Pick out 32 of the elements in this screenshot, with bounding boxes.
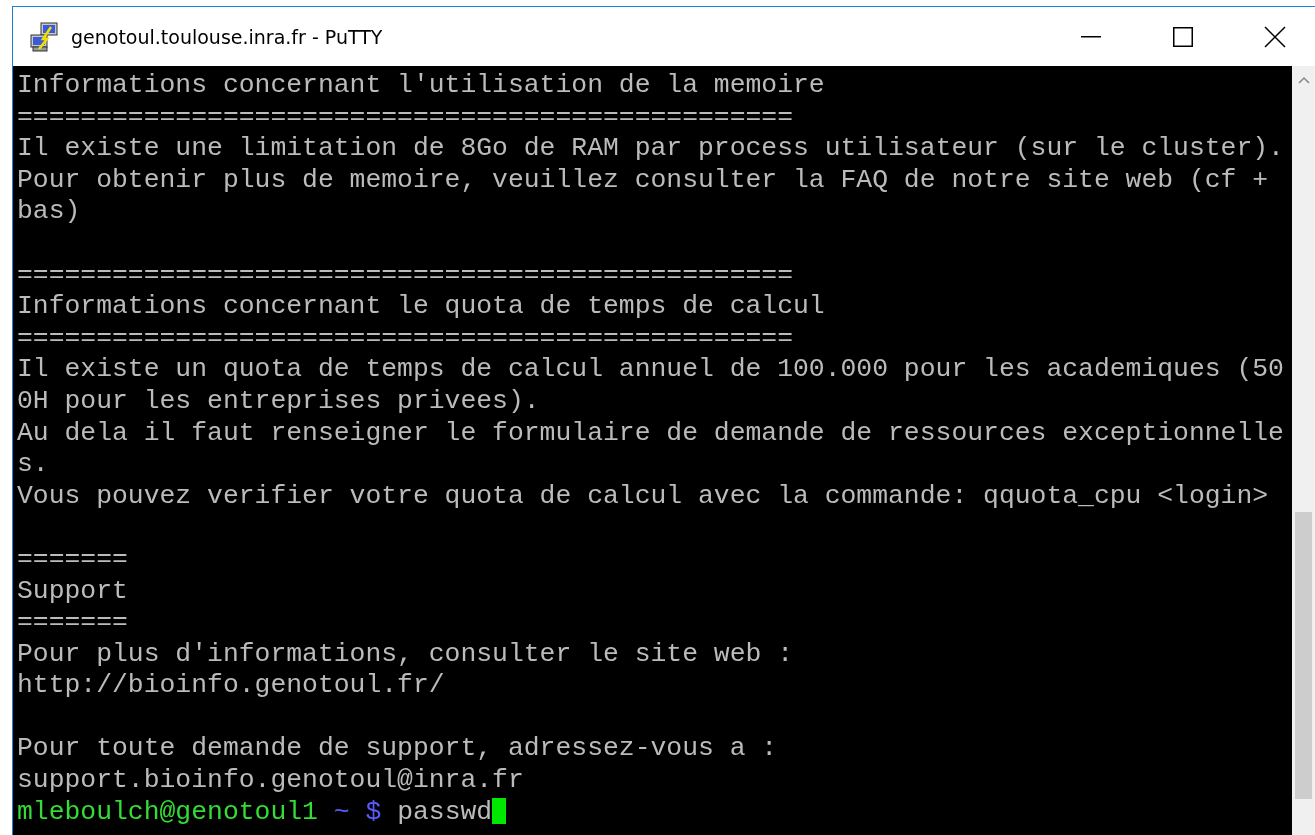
terminal-line: ================================================= [17, 101, 794, 134]
terminal-line: ======= [17, 543, 129, 576]
terminal-line: Pour obtenir plus de memoire, veuillez consulter la FAQ de notre site web (cf + [17, 164, 1270, 197]
terminal-line: 0H pour les entreprises privees). [17, 385, 541, 418]
terminal-line: Pour toute demande de support, adressez-vous a : [17, 733, 779, 766]
networked-computers-icon [29, 20, 61, 53]
maximize-icon [1173, 26, 1193, 47]
terminal-line: ================================================= [17, 322, 794, 355]
terminal-line: ================================================= [17, 259, 794, 292]
window-title: genotoul.toulouse.inra.fr - PuTTY [71, 25, 384, 48]
prompt-symbol: $ [365, 796, 382, 827]
terminal-line: support.bioinfo.genotoul@inra.fr [17, 765, 525, 797]
command-text: passwd [397, 796, 493, 827]
terminal-line: Informations concernant l'utilisation de la memoire [17, 70, 826, 102]
terminal-line: bas) [17, 196, 82, 228]
scrollbar-thumb[interactable] [1295, 512, 1312, 799]
terminal-line: http://bioinfo.genotoul.fr/ [17, 670, 446, 702]
terminal-line: Il existe une limitation de 8Go de RAM par process utilisateur (sur le cluster). [17, 133, 1285, 165]
terminal-line: Informations concernant le quota de temps de calcul [17, 291, 826, 323]
terminal-line: Support [17, 575, 129, 608]
scrollbar[interactable] [1292, 66, 1315, 835]
prompt-path: ~ [333, 796, 350, 827]
minimize-icon [1081, 35, 1101, 38]
close-icon [1264, 25, 1286, 48]
terminal-line: s. [17, 449, 50, 481]
terminal-line: Au dela il faut renseigner le formulaire de demande de ressources exceptionnelle [17, 417, 1285, 450]
prompt-user-host: mleboulch@genotoul1 [17, 796, 318, 827]
terminal-line: Pour plus d'informations, consulter le site web : [17, 638, 794, 671]
scroll-up-icon [1297, 76, 1310, 84]
terminal-line: Vous pouvez verifier votre quota de calcul avec la commande: qquota_cpu <login> [17, 480, 1270, 513]
terminal-line: Il existe un quota de temps de calcul annuel de 100.000 pour les academiques (50 [17, 354, 1285, 386]
terminal-line: ======= [17, 607, 129, 639]
